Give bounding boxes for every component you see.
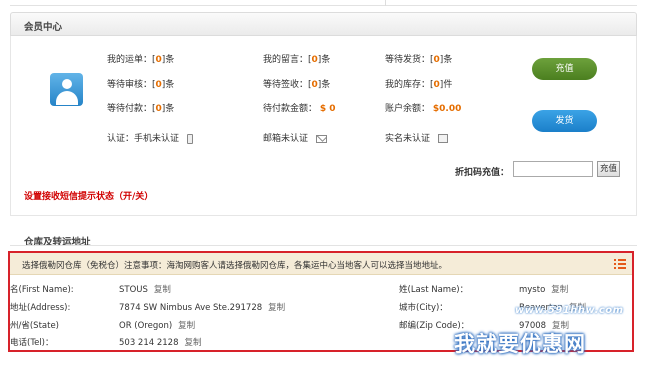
warehouse-notice-bar: 选择俄勒冈仓库（免税仓）注意事项：海淘网购客人请选择俄勒冈仓库，各集运中心当地客…: [10, 253, 632, 275]
watermark-logo-text: 我就要优惠网: [454, 332, 586, 356]
stat-label: 等待发货：: [385, 55, 431, 65]
address-value-row: 7874 SW Nimbus Ave Ste.291728 复制: [119, 301, 285, 313]
sms-notification-setting-link[interactable]: 设置接收短信提示状态（开/关）: [24, 189, 153, 202]
top-panel-edge: [10, 0, 637, 6]
promo-code-label: 折扣码充值：: [455, 168, 510, 178]
city-row: 城市(City)：: [399, 303, 448, 313]
tel-row: 电话(Tel)：: [10, 338, 54, 348]
warehouse-notice-text: 选择俄勒冈仓库（免税仓）注意事项：海淘网购客人请选择俄勒冈仓库，各集运中心当地客…: [22, 261, 448, 271]
stat-label: 等待审核：: [107, 80, 153, 90]
stat-label: 我的运单：: [107, 55, 153, 65]
stat-value: $ 0: [319, 104, 336, 114]
mail-icon: [316, 134, 328, 143]
stat-label: 待付款金额：: [263, 104, 318, 114]
watermark-url: www.591hhw.com: [515, 305, 624, 316]
stat-label: 账户余额：: [385, 104, 431, 114]
first-name-value: STOUS: [119, 285, 148, 295]
stat-account-balance: 账户余额： $0.00: [385, 101, 461, 114]
state-value: OR (Oregon): [119, 321, 173, 331]
recharge-button[interactable]: 充值: [532, 58, 597, 80]
stat-awaiting-payment[interactable]: 等待付款：[0]条: [107, 101, 174, 114]
realname-verify-status[interactable]: 实名未认证: [385, 131, 449, 144]
ship-button[interactable]: 发货: [532, 110, 597, 132]
email-verify-status[interactable]: 邮箱未认证: [263, 131, 328, 144]
stat-label: 等待签收：: [263, 80, 309, 90]
member-center-title: 会员中心: [24, 22, 63, 33]
list-toggle-icon[interactable]: [614, 259, 626, 269]
stat-my-waybills[interactable]: 我的运单：[0]条: [107, 52, 174, 65]
state-value-row: OR (Oregon) 复制: [119, 319, 195, 331]
member-center-header: 会员中心: [10, 12, 637, 36]
copy-last-name-link[interactable]: 复制: [551, 285, 568, 295]
section-divider: [10, 245, 637, 246]
stat-label: 等待付款：: [107, 104, 153, 114]
first-name-row: 名(First Name):: [10, 285, 74, 295]
address-row: 地址(Address):: [10, 303, 71, 313]
last-name-value: mysto: [519, 285, 546, 295]
stat-awaiting-signing[interactable]: 等待签收：[0]条: [263, 77, 330, 90]
promo-recharge-button[interactable]: 充值: [597, 161, 620, 177]
last-name-row: 姓(Last Name)：: [399, 285, 469, 295]
stat-awaiting-shipment[interactable]: 等待发货：[0]条: [385, 52, 452, 65]
stat-label: 我的库存：: [385, 80, 431, 90]
copy-state-link[interactable]: 复制: [178, 321, 195, 331]
stat-my-inventory[interactable]: 我的库存：[0]件: [385, 77, 452, 90]
address-value: 7874 SW Nimbus Ave Ste.291728: [119, 303, 263, 313]
phone-icon: [187, 133, 194, 144]
tel-value-row: 503 214 2128 复制: [119, 336, 202, 348]
user-avatar-icon: [50, 73, 83, 106]
id-card-icon: [438, 134, 449, 143]
stat-my-messages[interactable]: 我的留言：[0]条: [263, 52, 330, 65]
promo-code-input[interactable]: [513, 161, 593, 177]
stat-awaiting-review[interactable]: 等待审核：[0]条: [107, 77, 174, 90]
last-name-value-row: mysto 复制: [519, 283, 568, 295]
state-row: 州/省(State): [10, 321, 59, 331]
stat-label: 我的留言：: [263, 55, 309, 65]
copy-address-link[interactable]: 复制: [268, 303, 285, 313]
stat-pending-amount: 待付款金额： $ 0: [263, 101, 336, 114]
stat-value: $0.00: [432, 104, 462, 114]
phone-verify-status[interactable]: 认证：手机未认证: [107, 131, 194, 144]
copy-first-name-link[interactable]: 复制: [154, 285, 171, 295]
copy-tel-link[interactable]: 复制: [184, 338, 201, 348]
first-name-value-row: STOUS 复制: [119, 283, 171, 295]
tel-value: 503 214 2128: [119, 338, 179, 348]
